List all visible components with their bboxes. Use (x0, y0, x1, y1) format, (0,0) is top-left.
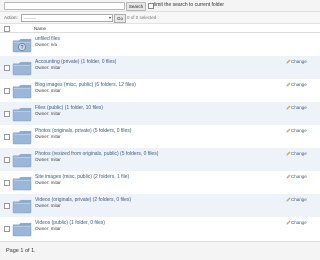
search-bar: Search limit the search to current folde… (0, 0, 320, 12)
folder-owner: Owner: mitar (35, 88, 61, 93)
limit-search-label: limit the search to current folder (154, 2, 225, 8)
change-label: Change (291, 59, 307, 64)
action-label: Action: (4, 15, 18, 20)
folder-owner: Owner: mitar (35, 203, 61, 208)
change-link[interactable]: Change (286, 128, 307, 133)
change-link[interactable]: Change (286, 105, 307, 110)
table-row[interactable]: ? unfiled files Owner: n/a (0, 33, 320, 58)
folder-owner: Owner: mitar (35, 157, 61, 162)
folder-icon[interactable] (12, 107, 32, 122)
change-label: Change (291, 197, 307, 202)
table-row[interactable]: Files (public) (1 folder, 10 files) Owner… (0, 102, 320, 127)
table-row[interactable]: Videos (originals, private) (2 folders, … (0, 194, 320, 219)
change-link[interactable]: Change (286, 174, 307, 179)
column-header-name[interactable]: Name (34, 26, 46, 31)
change-label: Change (291, 174, 307, 179)
table-row[interactable]: Blog images (misc, public) (6 folders, 1… (0, 79, 320, 104)
action-select[interactable]: --------- ▾ (21, 14, 113, 22)
action-bar: Action: --------- ▾ Go 0 of 0 selected (0, 12, 320, 24)
folder-icon[interactable] (12, 222, 32, 237)
row-checkbox[interactable] (4, 134, 10, 140)
change-link[interactable]: Change (286, 59, 307, 64)
change-link[interactable]: Change (286, 197, 307, 202)
table-header: Name (0, 24, 320, 33)
change-label: Change (291, 220, 307, 225)
search-button[interactable]: Search (126, 2, 146, 11)
folder-icon[interactable] (12, 176, 32, 191)
row-checkbox[interactable] (4, 203, 10, 209)
row-checkbox[interactable] (4, 65, 10, 71)
go-button[interactable]: Go (114, 14, 126, 23)
row-checkbox[interactable] (4, 157, 10, 163)
pagination-footer: Page 1 of 1. (0, 241, 320, 260)
row-checkbox[interactable] (4, 111, 10, 117)
change-label: Change (291, 82, 307, 87)
change-label: Change (291, 105, 307, 110)
folder-icon[interactable] (12, 84, 32, 99)
table-row[interactable]: Videos (public) (1 folder, 0 files) Owner… (0, 217, 320, 242)
chevron-down-icon: ▾ (108, 15, 111, 20)
folder-owner: Owner: mitar (35, 134, 61, 139)
change-link[interactable]: Change (286, 151, 307, 156)
page-indicator: Page 1 of 1. (6, 248, 36, 254)
folder-owner: Owner: mitar (35, 226, 61, 231)
svg-text:?: ? (21, 45, 24, 51)
folder-owner: Owner: n/a (35, 42, 58, 47)
change-link[interactable]: Change (286, 82, 307, 87)
table-row[interactable]: Accounting (private) (1 folder, 0 files)… (0, 56, 320, 81)
folder-icon[interactable] (12, 130, 32, 145)
row-checkbox[interactable] (4, 226, 10, 232)
change-link[interactable]: Change (286, 220, 307, 225)
folder-icon[interactable] (12, 199, 32, 214)
search-input[interactable] (4, 2, 125, 10)
selected-count: 0 of 0 selected (127, 15, 157, 20)
unknown-folder-icon[interactable]: ? (12, 38, 32, 53)
table-row[interactable]: Photos (originals, private) (5 folders, … (0, 125, 320, 150)
folder-owner: Owner: mitar (35, 65, 61, 70)
table-row[interactable]: Photos (resized from originals, public) … (0, 148, 320, 173)
folder-icon[interactable] (12, 153, 32, 168)
row-checkbox[interactable] (4, 180, 10, 186)
change-label: Change (291, 151, 307, 156)
table-row[interactable]: Site images (misc, public) (2 folders, 1… (0, 171, 320, 196)
change-label: Change (291, 128, 307, 133)
row-checkbox[interactable] (4, 88, 10, 94)
folder-owner: Owner: mitar (35, 111, 61, 116)
folder-icon[interactable] (12, 61, 32, 76)
action-select-value: --------- (24, 15, 36, 20)
select-all-checkbox[interactable] (4, 25, 10, 32)
folder-owner: Owner: mitar (35, 180, 61, 185)
